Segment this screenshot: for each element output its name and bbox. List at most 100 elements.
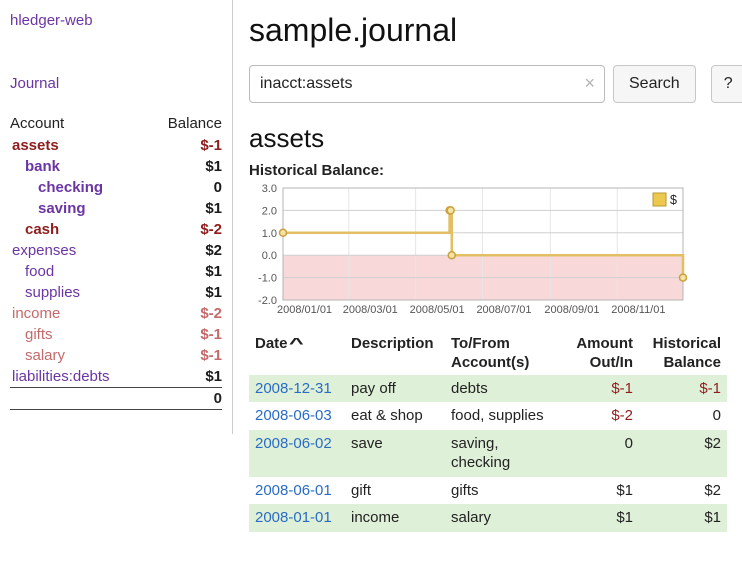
register-header-date[interactable]: Date^ <box>249 333 345 375</box>
register-header-amount: Amount Out/In <box>563 333 639 375</box>
transaction-date-cell: 2008-01-01 <box>249 504 345 532</box>
account-balance: $1 <box>147 156 222 177</box>
sidebar-item-journal[interactable]: Journal <box>10 75 222 92</box>
transaction-balance: $1 <box>639 504 727 532</box>
transaction-description: pay off <box>345 375 445 403</box>
chart-point-marker <box>280 229 287 236</box>
chart-legend-label: $ <box>670 193 677 207</box>
transaction-date-link[interactable]: 2008-12-31 <box>255 380 332 397</box>
account-row: assets $-1 <box>10 135 222 156</box>
transaction-balance: $-1 <box>639 375 727 403</box>
account-balance: $-1 <box>147 324 222 345</box>
transaction-description: save <box>345 430 445 477</box>
chart-point-marker <box>680 274 687 281</box>
chart-legend-swatch <box>653 193 666 206</box>
search-bar: × Search ? <box>249 65 742 103</box>
account-row: supplies$1 <box>10 282 222 303</box>
account-link[interactable]: assets <box>12 137 59 154</box>
register-header-accounts: To/From Account(s) <box>445 333 563 375</box>
account-link[interactable]: supplies <box>25 284 80 301</box>
account-link[interactable]: income <box>12 305 60 322</box>
accounts-table: Account Balance assets $-1 bank $1 checking 0… <box>10 112 222 410</box>
sort-ascending-icon: ^ <box>288 335 303 354</box>
account-link[interactable]: liabilities:debts <box>12 368 110 385</box>
transaction-balance: $2 <box>639 477 727 505</box>
account-balance: $-1 <box>147 135 222 156</box>
account-link[interactable]: bank <box>25 158 60 175</box>
transaction-accounts: saving, checking <box>445 430 563 477</box>
transaction-date-cell: 2008-06-03 <box>249 402 345 430</box>
transaction-amount: $1 <box>563 504 639 532</box>
register-row: 2008-12-31pay offdebts$-1$-1 <box>249 375 727 403</box>
register-row: 2008-06-03eat & shopfood, supplies$-20 <box>249 402 727 430</box>
register-header-description: Description <box>345 333 445 375</box>
search-button[interactable]: Search <box>613 65 696 103</box>
chart-y-tick-label: 2.0 <box>262 205 277 217</box>
chart-x-tick-label: 2008/05/01 <box>410 304 465 316</box>
account-row: cash $-2 <box>10 219 222 240</box>
register-row: 2008-06-02savesaving, checking0$2 <box>249 430 727 477</box>
chart-y-tick-label: -1.0 <box>258 273 277 285</box>
account-row: gifts $-1 <box>10 324 222 345</box>
search-box: × <box>249 65 605 103</box>
transaction-accounts: food, supplies <box>445 402 563 430</box>
account-link[interactable]: gifts <box>25 326 53 343</box>
account-link[interactable]: saving <box>38 200 86 217</box>
account-link[interactable]: cash <box>25 221 59 238</box>
transaction-description: eat & shop <box>345 402 445 430</box>
accounts-total-row: 0 <box>10 388 222 410</box>
account-link[interactable]: expenses <box>12 242 76 259</box>
main-content: sample.journal × Search ? assets Histori… <box>233 0 742 582</box>
search-input[interactable] <box>249 65 605 103</box>
transaction-date-link[interactable]: 2008-06-01 <box>255 482 332 499</box>
transaction-date-link[interactable]: 2008-06-02 <box>255 435 332 452</box>
chart-y-tick-label: 0.0 <box>262 250 277 262</box>
account-balance: $1 <box>147 261 222 282</box>
accounts-header-balance: Balance <box>147 112 222 135</box>
account-row: bank $1 <box>10 156 222 177</box>
chart-y-tick-label: 1.0 <box>262 228 277 240</box>
account-title: assets <box>249 123 742 154</box>
account-link[interactable]: checking <box>38 179 103 196</box>
register-row: 2008-01-01incomesalary$1$1 <box>249 504 727 532</box>
register-table-body: 2008-12-31pay offdebts$-1$-12008-06-03ea… <box>249 375 727 532</box>
balance-chart: 2008/01/01 2008/03/01 2008/05/01 2008/07/01… <box>249 183 713 319</box>
transaction-date-cell: 2008-06-02 <box>249 430 345 477</box>
sidebar: hledger-web Journal Account Balance asse… <box>0 0 233 434</box>
account-balance: $-1 <box>147 345 222 366</box>
account-row: food $1 <box>10 261 222 282</box>
transaction-date-link[interactable]: 2008-01-01 <box>255 509 332 526</box>
account-row: expenses$2 <box>10 240 222 261</box>
account-balance: $1 <box>147 198 222 219</box>
account-link[interactable]: salary <box>25 347 65 364</box>
chart-x-tick-label: 2008/03/01 <box>343 304 398 316</box>
accounts-header-account: Account <box>10 112 147 135</box>
transaction-accounts: salary <box>445 504 563 532</box>
account-row: income $-2 <box>10 303 222 324</box>
accounts-total-spacer <box>10 388 147 410</box>
chart-y-tick-label: 3.0 <box>262 183 277 195</box>
transaction-date-link[interactable]: 2008-06-03 <box>255 407 332 424</box>
account-row: saving $1 <box>10 198 222 219</box>
account-balance: $-2 <box>147 303 222 324</box>
account-link[interactable]: food <box>25 263 54 280</box>
register-row: 2008-06-01giftgifts$1$2 <box>249 477 727 505</box>
page-title: sample.journal <box>249 12 742 49</box>
transaction-amount: 0 <box>563 430 639 477</box>
chart-x-tick-label: 2008/07/01 <box>476 304 531 316</box>
transaction-accounts: gifts <box>445 477 563 505</box>
clear-search-icon[interactable]: × <box>584 73 595 94</box>
register-header-row: Date^ Description To/From Account(s) Amo… <box>249 333 727 375</box>
account-row: salary $-1 <box>10 345 222 366</box>
app-brand-link[interactable]: hledger-web <box>10 12 222 29</box>
chart-x-tick-label: 2008/01/01 <box>277 304 332 316</box>
register-header-balance: Historical Balance <box>639 333 727 375</box>
accounts-table-body: assets$-1bank$1checking0saving$1cash$-2e… <box>10 135 222 388</box>
account-balance: $-2 <box>147 219 222 240</box>
chart-x-tick-label: 2008/11/01 <box>611 304 665 316</box>
transaction-description: gift <box>345 477 445 505</box>
help-button[interactable]: ? <box>711 65 742 103</box>
transaction-description: income <box>345 504 445 532</box>
transaction-date-cell: 2008-06-01 <box>249 477 345 505</box>
account-row: liabilities:debts$1 <box>10 366 222 388</box>
